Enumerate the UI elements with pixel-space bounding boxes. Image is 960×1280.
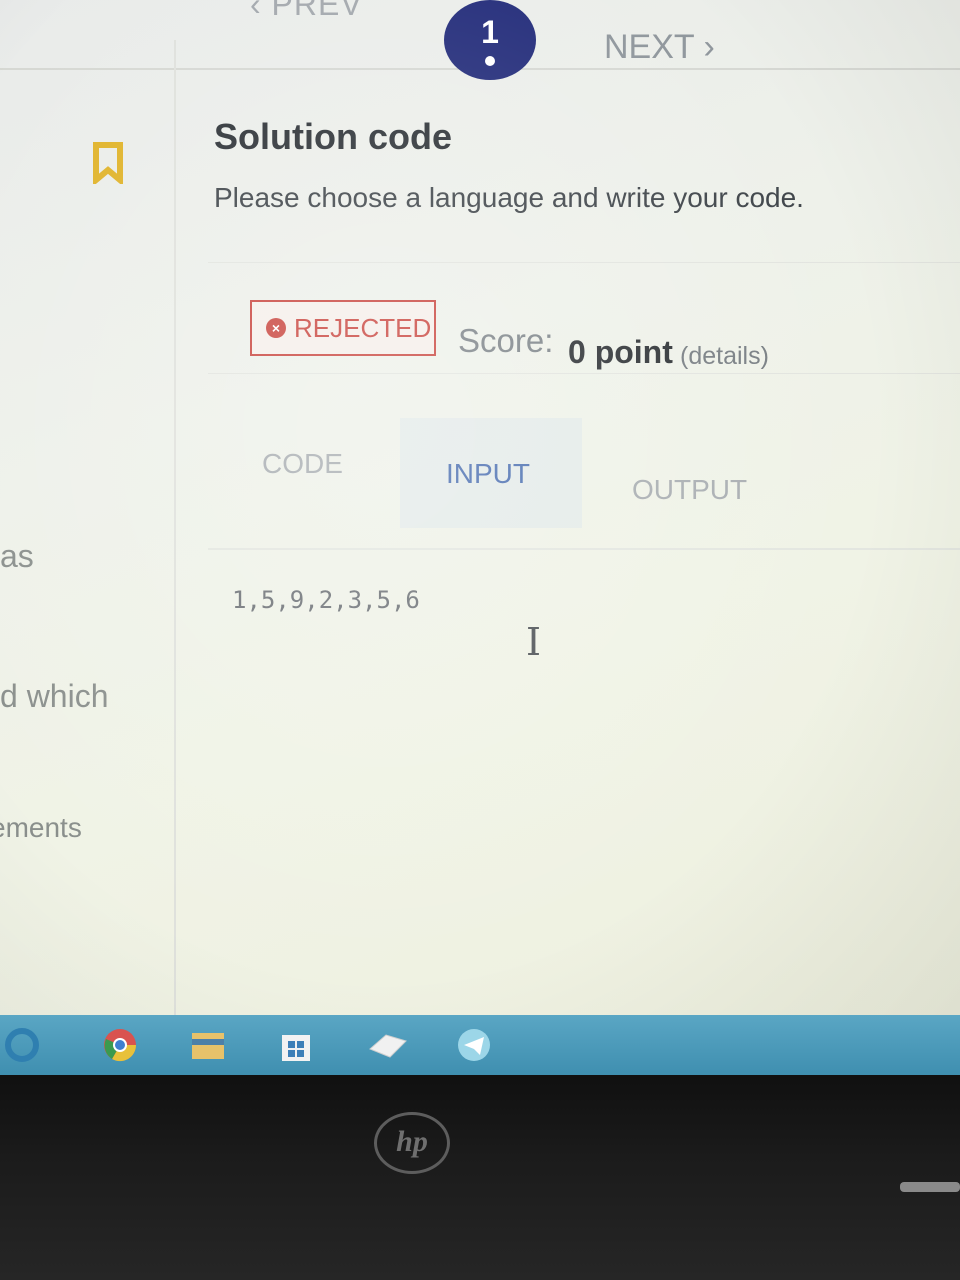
tab-divider [208,548,960,550]
details-link[interactable]: (details) [680,342,769,371]
step-number: 1 [481,14,499,50]
next-button[interactable]: NEXT › [604,28,715,67]
status-badge: × REJECTED [250,300,436,356]
score-label: Score: [458,322,554,359]
section-title: Solution code [214,116,452,157]
eraser-icon[interactable] [366,1027,410,1063]
step-dot-icon [485,56,495,66]
tab-output[interactable]: OUTPUT [632,474,747,506]
section-subtitle: Please choose a language and write your … [214,182,804,213]
store-icon[interactable] [278,1027,314,1063]
status-badge-label: REJECTED [294,312,432,343]
problem-text-fragment: as [0,538,34,574]
score-value: 0 point [568,334,673,370]
chrome-icon[interactable] [102,1027,138,1063]
hp-logo: hp [374,1112,450,1174]
problem-text-fragment: d which [0,678,109,714]
laptop-bezel [0,1075,960,1280]
prev-button[interactable]: ‹ PREV [250,0,363,23]
problem-panel [0,40,176,1020]
x-circle-icon: × [266,318,286,338]
file-explorer-icon[interactable] [190,1027,226,1063]
telegram-icon[interactable] [456,1027,492,1063]
input-editor-text[interactable]: 1,5,9,2,3,5,6 [232,586,420,614]
text-cursor-icon: I [526,620,542,664]
screen: ‹ PREV 1 NEXT › as d which ements Soluti… [0,0,960,1075]
bezel-highlight [900,1182,960,1192]
step-indicator[interactable]: 1 [444,0,536,80]
windows-taskbar [0,1015,960,1075]
problem-text-fragment: ements [0,812,82,843]
bookmark-icon[interactable] [92,142,124,184]
tab-code[interactable]: CODE [262,448,343,480]
edge-icon[interactable] [4,1027,40,1063]
tab-input[interactable]: INPUT [446,458,530,490]
